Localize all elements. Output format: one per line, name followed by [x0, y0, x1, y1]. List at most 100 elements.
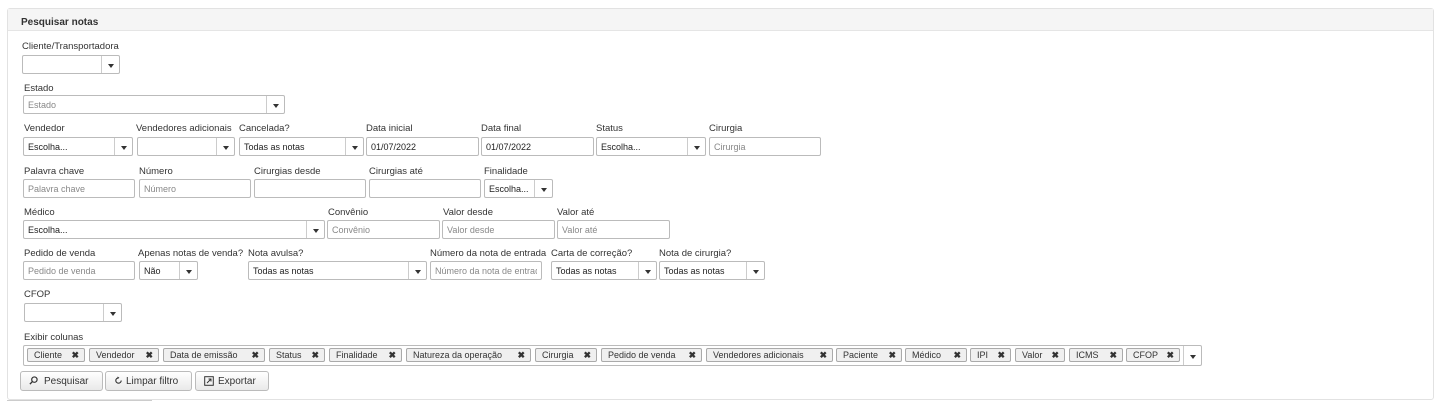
convenio-label: Convênio [328, 207, 369, 218]
apenas-notas-venda-value: Não [144, 266, 161, 276]
column-tag-label: Natureza da operação [413, 350, 503, 360]
numero-nota-entrada-label: Número da nota de entrada [430, 248, 547, 259]
column-tag: Status ✖ [269, 348, 325, 362]
status-value: Escolha... [601, 142, 641, 152]
export-icon [204, 376, 214, 388]
column-tag-label: Vendedor [96, 350, 135, 360]
apenas-notas-venda-select[interactable]: Não [139, 261, 198, 280]
remove-tag-icon[interactable]: ✖ [311, 350, 319, 361]
remove-tag-icon[interactable]: ✖ [71, 350, 79, 361]
convenio-input[interactable] [327, 220, 440, 239]
pesquisar-button[interactable]: Pesquisar [20, 371, 103, 391]
palavra-chave-label: Palavra chave [24, 166, 85, 177]
cirurgia-label: Cirurgia [709, 123, 743, 134]
cirurgias-desde-input[interactable] [254, 179, 366, 198]
status-select[interactable]: Escolha... [596, 137, 706, 156]
cirurgia-input[interactable] [709, 137, 821, 156]
remove-tag-icon[interactable]: ✖ [583, 350, 591, 361]
remove-tag-icon[interactable]: ✖ [388, 350, 396, 361]
search-panel: Pesquisar notas [7, 8, 1434, 400]
cliente-select[interactable] [22, 55, 120, 74]
medico-select[interactable]: Escolha... [23, 220, 325, 239]
chevron-down-icon[interactable] [1183, 346, 1201, 365]
chevron-down-icon [345, 138, 363, 155]
column-tag-label: Finalidade [336, 350, 378, 360]
column-tag: Vendedores adicionais ✖ [706, 348, 833, 362]
remove-tag-icon[interactable]: ✖ [517, 350, 525, 361]
chevron-down-icon [114, 138, 132, 155]
valor-ate-input[interactable] [557, 220, 670, 239]
remove-tag-icon[interactable]: ✖ [251, 350, 259, 361]
column-tag-label: Cliente [34, 350, 63, 360]
exibir-colunas-multiselect[interactable]: Cliente ✖ Vendedor ✖ Data de emissão ✖ Stat… [23, 345, 1202, 366]
column-tag: ICMS ✖ [1069, 348, 1123, 362]
column-tag: CFOP ✖ [1126, 348, 1180, 362]
remove-tag-icon[interactable]: ✖ [888, 350, 896, 361]
remove-tag-icon[interactable]: ✖ [953, 350, 961, 361]
exportar-label: Exportar [218, 376, 256, 387]
pesquisar-label: Pesquisar [44, 376, 89, 387]
cfop-label: CFOP [24, 289, 51, 300]
chevron-down-icon [103, 304, 121, 321]
nota-cirurgia-value: Todas as notas [664, 266, 725, 276]
valor-desde-label: Valor desde [443, 207, 493, 218]
estado-label: Estado [24, 83, 54, 94]
valor-ate-label: Valor até [557, 207, 595, 218]
estado-placeholder: Estado [28, 100, 57, 110]
cancelada-value: Todas as notas [244, 142, 305, 152]
carta-correcao-value: Todas as notas [556, 266, 617, 276]
numero-label: Número [139, 166, 173, 177]
chevron-down-icon [179, 262, 197, 279]
column-tag-label: IPI [977, 350, 989, 360]
remove-tag-icon[interactable]: ✖ [1166, 350, 1174, 361]
vendedor-select[interactable]: Escolha... [23, 137, 133, 156]
column-tag-label: Cirurgia [542, 350, 574, 360]
medico-value: Escolha... [28, 225, 68, 235]
column-tag-label: ICMS [1076, 350, 1099, 360]
finalidade-label: Finalidade [484, 166, 528, 177]
remove-tag-icon[interactable]: ✖ [819, 350, 827, 361]
estado-select[interactable]: Estado [23, 95, 285, 114]
cancelada-select[interactable]: Todas as notas [239, 137, 364, 156]
limpar-filtro-button[interactable]: Limpar filtro [105, 371, 192, 391]
chevron-down-icon [746, 262, 764, 279]
remove-tag-icon[interactable]: ✖ [997, 350, 1005, 361]
column-tag: Médico ✖ [905, 348, 967, 362]
chevron-down-icon [101, 56, 119, 73]
search-icon [29, 376, 38, 387]
column-tag: Cliente ✖ [27, 348, 85, 362]
cancelada-label: Cancelada? [239, 123, 290, 134]
numero-nota-entrada-input[interactable] [430, 261, 542, 280]
exportar-button[interactable]: Exportar [195, 371, 269, 391]
remove-tag-icon[interactable]: ✖ [1109, 350, 1117, 361]
column-tag: Pedido de venda ✖ [601, 348, 702, 362]
panel-title: Pesquisar notas [21, 17, 99, 28]
chevron-down-icon [534, 180, 552, 197]
remove-tag-icon[interactable]: ✖ [145, 350, 153, 361]
cirurgias-ate-input[interactable] [369, 179, 481, 198]
data-inicial-label: Data inicial [366, 123, 413, 134]
finalidade-select[interactable]: Escolha... [484, 179, 553, 198]
status-label: Status [596, 123, 623, 134]
column-tag: IPI ✖ [970, 348, 1011, 362]
nota-cirurgia-select[interactable]: Todas as notas [659, 261, 765, 280]
valor-desde-input[interactable] [442, 220, 555, 239]
column-tag-label: Paciente [843, 350, 879, 360]
cirurgias-ate-label: Cirurgias até [369, 166, 423, 177]
vendedores-adicionais-select[interactable] [137, 137, 235, 156]
palavra-chave-input[interactable] [23, 179, 135, 198]
vendedor-value: Escolha... [28, 142, 68, 152]
cfop-select[interactable] [24, 303, 122, 322]
numero-input[interactable] [139, 179, 251, 198]
column-tag-label: Pedido de venda [608, 350, 676, 360]
pedido-venda-input[interactable] [23, 261, 135, 280]
medico-label: Médico [24, 207, 55, 218]
remove-tag-icon[interactable]: ✖ [688, 350, 696, 361]
data-final-input[interactable] [481, 137, 594, 156]
column-tag-label: Médico [912, 350, 942, 360]
carta-correcao-select[interactable]: Todas as notas [551, 261, 657, 280]
remove-tag-icon[interactable]: ✖ [1051, 350, 1059, 361]
data-inicial-input[interactable] [366, 137, 479, 156]
nota-avulsa-select[interactable]: Todas as notas [248, 261, 427, 280]
column-tag: Valor ✖ [1015, 348, 1065, 362]
